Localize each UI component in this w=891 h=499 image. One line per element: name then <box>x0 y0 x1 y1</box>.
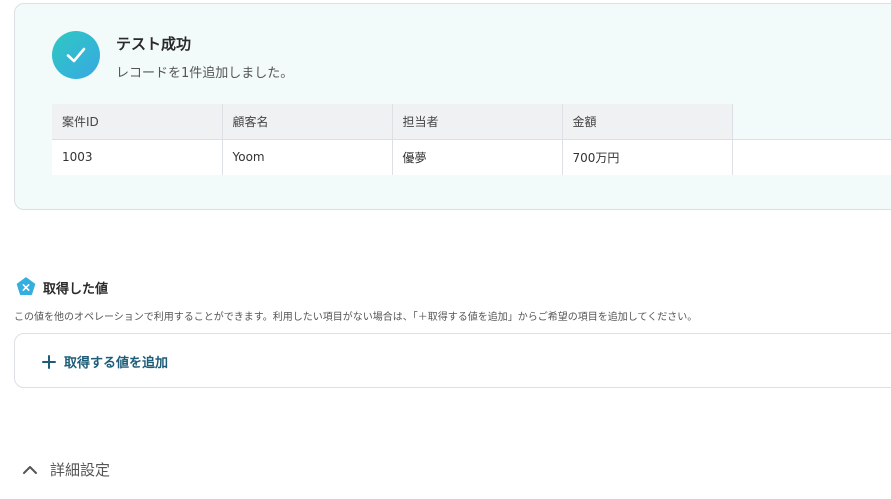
column-header-amount: 金額 <box>562 104 733 139</box>
acquired-values-description: この値を他のオペレーションで利用することができます。利用したい項目がない場合は、… <box>14 312 698 323</box>
table-row: 1003 Yoom 優夢 700万円 <box>52 139 891 175</box>
chevron-up-icon[interactable] <box>22 461 38 480</box>
plus-icon <box>42 354 56 373</box>
cell-customer: Yoom <box>222 139 393 175</box>
x-badge-icon <box>16 277 36 301</box>
cell-amount: 700万円 <box>562 139 733 175</box>
row-spacer <box>732 139 891 175</box>
cell-case-id: 1003 <box>52 139 223 175</box>
add-acquired-value-button[interactable]: 取得する値を追加 <box>14 333 891 388</box>
success-title: テスト成功 <box>116 35 192 53</box>
cell-assignee: 優夢 <box>392 139 563 175</box>
detail-settings-toggle[interactable]: 詳細設定 <box>50 459 110 480</box>
column-header-customer: 顧客名 <box>222 104 393 139</box>
column-header-case-id: 案件ID <box>52 104 223 139</box>
header-spacer <box>732 104 891 139</box>
record-table: 案件ID 顧客名 担当者 金額 1003 Yoom 優夢 700万円 <box>52 104 891 175</box>
success-message: レコードを1件追加しました。 <box>116 66 294 81</box>
add-acquired-value-label: 取得する値を追加 <box>64 356 169 371</box>
table-header-row: 案件ID 顧客名 担当者 金額 <box>52 104 891 139</box>
test-success-card: テスト成功 レコードを1件追加しました。 案件ID 顧客名 担当者 金額 100… <box>14 3 891 210</box>
acquired-values-title: 取得した値 <box>43 282 109 297</box>
check-icon <box>52 31 100 79</box>
column-header-assignee: 担当者 <box>392 104 563 139</box>
